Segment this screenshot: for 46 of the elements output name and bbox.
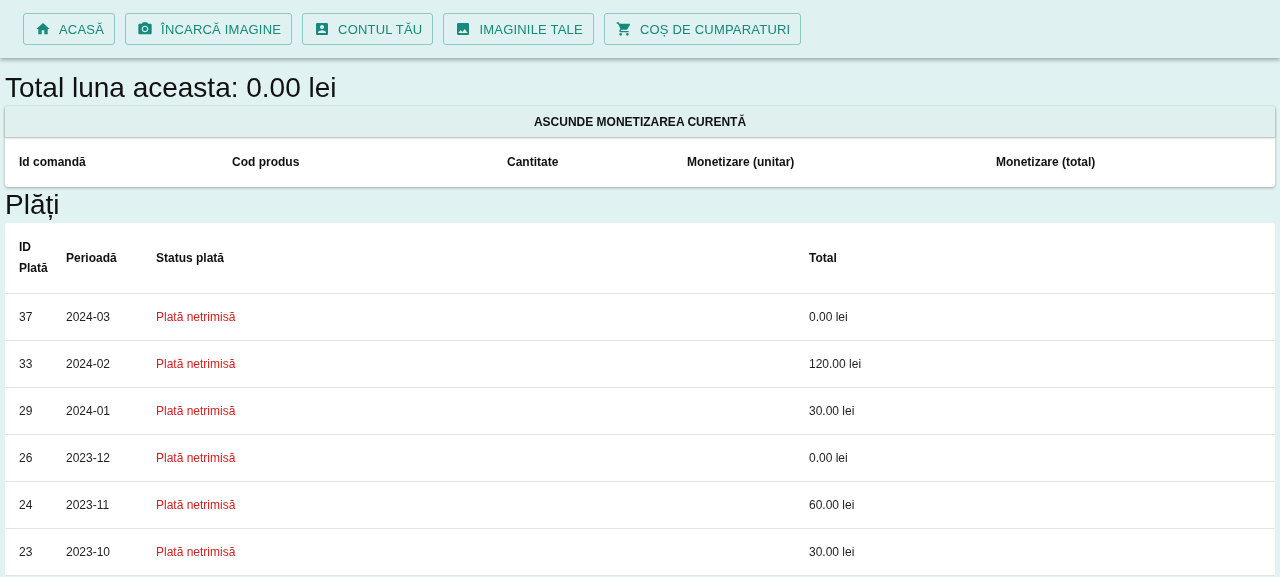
nav-button[interactable]: CONTUL TĂU (302, 13, 434, 45)
column-header: Total (809, 249, 838, 267)
table-cell-text: 30.00 lei (809, 404, 856, 418)
column-header: Id comandă (19, 155, 87, 169)
contact-card-icon (314, 21, 331, 37)
table-cell-text: 37 (19, 310, 34, 324)
section-title: Plăți (5, 188, 61, 222)
column-header: Cantitate (507, 155, 560, 169)
table-cell-text: 2024-01 (66, 404, 112, 418)
nav-button[interactable]: ACASĂ (23, 13, 116, 45)
table-cell-text: 2024-02 (66, 357, 112, 371)
home-icon (35, 21, 51, 37)
table-cell-text: 2023-12 (66, 451, 112, 465)
camera-icon (137, 21, 154, 37)
table-cell-text: 2023-11 (66, 498, 111, 512)
table-cell-text: 26 (19, 451, 34, 465)
column-header: Monetizare (unitar) (687, 155, 796, 169)
table-cell-text: 23 (19, 545, 34, 559)
nav-button[interactable]: IMAGINILE TALE (443, 13, 594, 45)
nav-button[interactable]: ÎNCARCĂ IMAGINE (125, 13, 293, 45)
table-cell-text: 30.00 lei (809, 545, 856, 559)
payment-status: Plată netrimisă (156, 310, 237, 324)
payment-status: Plată netrimisă (156, 357, 237, 371)
payment-status: Plată netrimisă (156, 498, 237, 512)
table-cell-text: 2024-03 (66, 310, 112, 324)
payment-status: Plată netrimisă (156, 451, 237, 465)
column-header: Monetizare (total) (996, 155, 1097, 169)
image-icon (455, 21, 472, 37)
table-cell-text: 29 (19, 404, 34, 418)
cart-icon (615, 21, 632, 37)
table-cell-text: 60.00 lei (809, 498, 856, 512)
table-cell-text: 2023-10 (66, 545, 112, 559)
table-cell-text: 33 (19, 357, 34, 371)
column-header: ID Plată (19, 239, 49, 277)
table-cell-text: 120.00 lei (809, 357, 863, 371)
payment-status: Plată netrimisă (156, 404, 237, 418)
column-header: Cod produs (232, 155, 301, 169)
column-header: Perioadă (66, 249, 118, 267)
table-cell-text: 0.00 lei (809, 310, 849, 324)
payment-status: Plată netrimisă (156, 545, 237, 559)
table-cell-text: 0.00 lei (809, 451, 849, 465)
column-header: Status plată (156, 249, 225, 267)
hide-monetization-button[interactable]: ASCUNDE MONETIZAREA CURENTĂ (5, 106, 1275, 137)
table-cell-text: 24 (19, 498, 34, 512)
nav-button[interactable]: COȘ DE CUMPARATURI (603, 13, 802, 45)
page-title: Total luna aceasta: 0.00 lei (5, 71, 338, 104)
